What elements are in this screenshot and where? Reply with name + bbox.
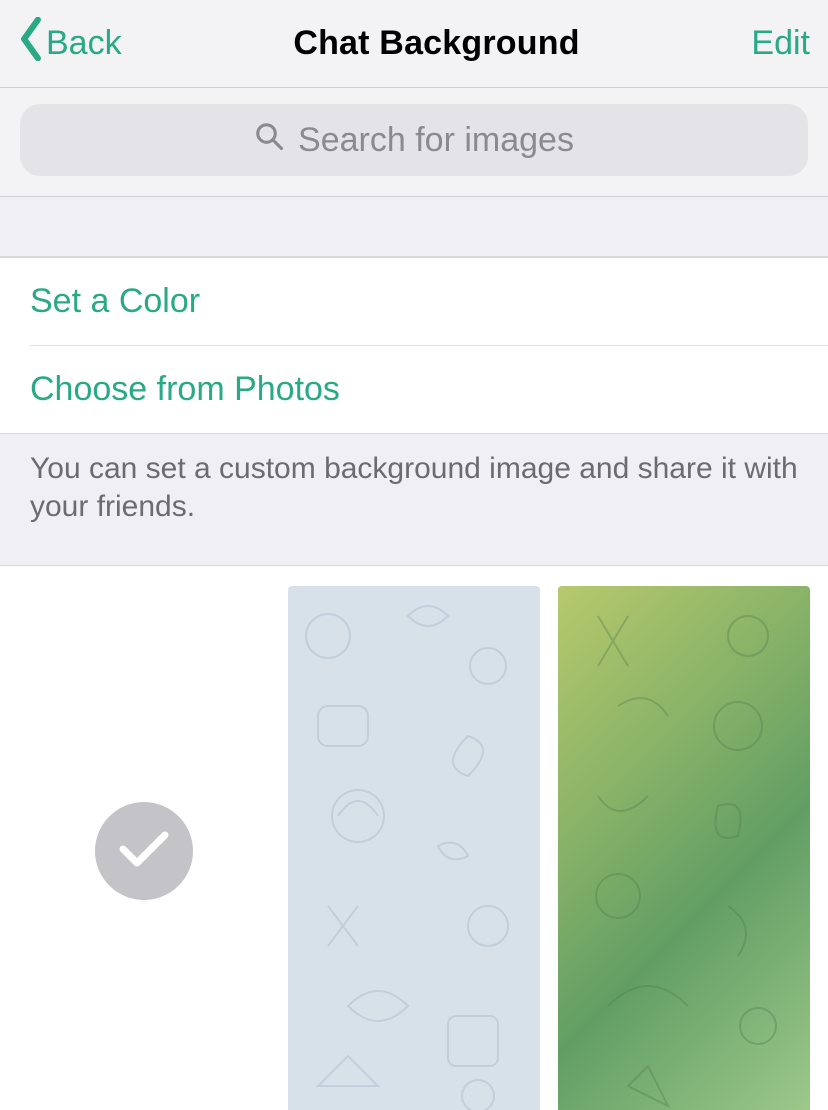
set-color-option[interactable]: Set a Color: [0, 258, 828, 345]
search-container: Search for images: [0, 88, 828, 197]
search-input[interactable]: Search for images: [20, 104, 808, 176]
back-label: Back: [46, 24, 122, 63]
choose-from-photos-option[interactable]: Choose from Photos: [0, 346, 828, 433]
wallpaper-grid: [0, 566, 828, 1110]
pattern-icon: [288, 586, 540, 1110]
wallpaper-thumb-light-blue[interactable]: [288, 586, 540, 1110]
pattern-icon: [558, 586, 810, 1110]
edit-button[interactable]: Edit: [751, 24, 810, 63]
checkmark-icon: [119, 829, 169, 874]
search-placeholder: Search for images: [298, 121, 574, 160]
page-title: Chat Background: [122, 24, 752, 63]
section-gap: [0, 197, 828, 257]
wallpaper-thumb-green[interactable]: [558, 586, 810, 1110]
chevron-left-icon: [18, 17, 44, 70]
wallpaper-thumb-none[interactable]: [18, 586, 270, 1110]
selected-badge: [95, 802, 193, 900]
options-list: Set a Color Choose from Photos: [0, 257, 828, 434]
section-footer-note: You can set a custom background image an…: [0, 434, 828, 566]
back-button[interactable]: Back: [18, 17, 122, 70]
search-icon: [254, 121, 284, 160]
nav-bar: Back Chat Background Edit: [0, 0, 828, 88]
